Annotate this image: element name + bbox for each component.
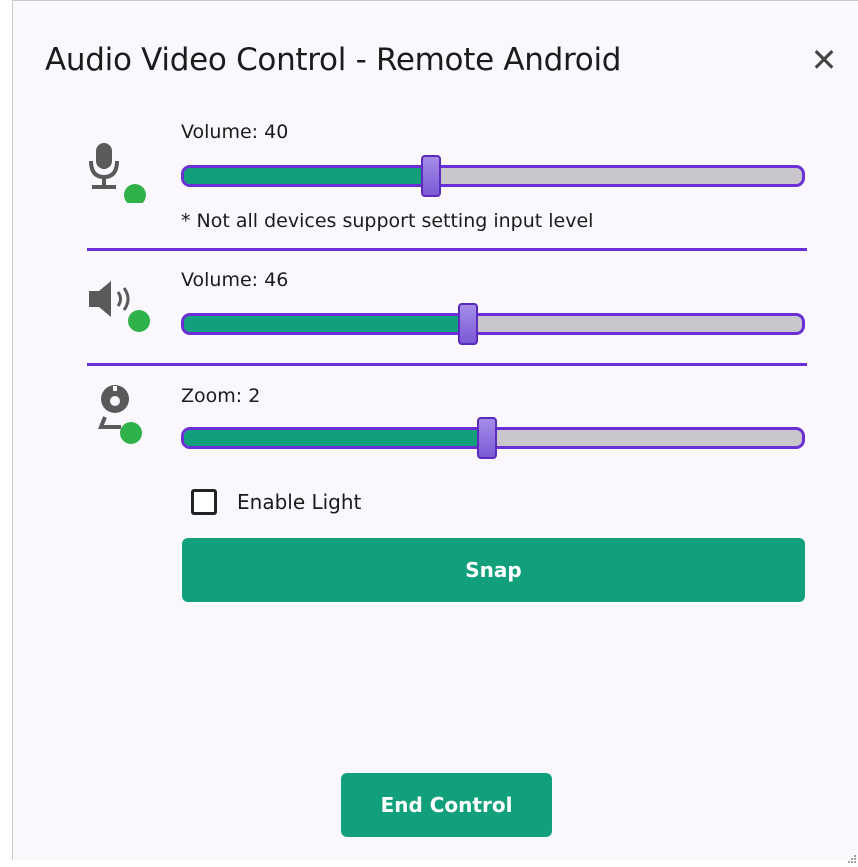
speaker-volume-label: Volume: 46 bbox=[181, 269, 289, 291]
enable-light-label: Enable Light bbox=[237, 490, 362, 514]
close-icon[interactable]: ✕ bbox=[807, 43, 841, 77]
zoom-fill bbox=[184, 430, 487, 446]
section-divider bbox=[87, 248, 807, 251]
speaker-volume-thumb[interactable] bbox=[458, 303, 479, 345]
speaker-volume-fill bbox=[184, 316, 469, 332]
dialog-title: Audio Video Control - Remote Android bbox=[45, 42, 622, 78]
mic-volume-thumb[interactable] bbox=[420, 155, 441, 197]
mic-volume-label: Volume: 40 bbox=[181, 121, 289, 143]
mic-volume-track[interactable] bbox=[181, 165, 805, 187]
webcam-icon bbox=[91, 381, 155, 445]
snap-button[interactable]: Snap bbox=[182, 538, 805, 602]
section-divider bbox=[87, 363, 807, 366]
input-level-note: * Not all devices support setting input … bbox=[181, 210, 594, 232]
speaker-volume-slider[interactable] bbox=[181, 303, 805, 345]
speaker-volume-track[interactable] bbox=[181, 313, 805, 335]
enable-light-checkbox[interactable] bbox=[191, 489, 217, 515]
zoom-slider[interactable] bbox=[181, 417, 805, 459]
audio-video-control-dialog: Audio Video Control - Remote Android ✕ V… bbox=[12, 0, 858, 863]
speaker-icon bbox=[87, 277, 151, 341]
microphone-icon bbox=[83, 139, 147, 206]
enable-light-option[interactable]: Enable Light bbox=[191, 485, 361, 519]
zoom-thumb[interactable] bbox=[476, 417, 497, 459]
mic-volume-fill bbox=[184, 168, 432, 184]
zoom-label: Zoom: 2 bbox=[181, 385, 261, 407]
resize-grip-icon[interactable] bbox=[847, 848, 857, 863]
end-control-button[interactable]: End Control bbox=[341, 773, 552, 837]
mic-volume-slider[interactable] bbox=[181, 155, 805, 197]
